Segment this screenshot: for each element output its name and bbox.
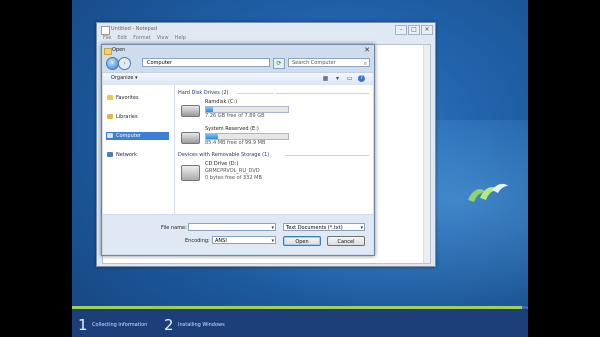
- menu-format[interactable]: Format: [133, 35, 151, 41]
- encoding-label: Encoding:: [185, 238, 210, 244]
- window-controls: – □ ✕: [395, 25, 433, 35]
- preview-pane-icon[interactable]: ▭: [346, 75, 353, 82]
- dialog-close-button[interactable]: ✕: [363, 47, 371, 54]
- menu-bar: File Edit Format View Help: [103, 35, 186, 41]
- open-dialog[interactable]: Open ✕ ‹ › Computer ⟳ Search Computer ⌕ …: [101, 44, 375, 256]
- notepad-icon: [101, 26, 110, 35]
- nav-item-favorites[interactable]: Favorites: [107, 94, 139, 102]
- drive-name: Ramdisk (C:): [205, 99, 238, 105]
- setup-progress-bar: 1 Collecting information 2 Installing Wi…: [72, 306, 528, 337]
- menu-view[interactable]: View: [157, 35, 169, 41]
- menu-edit[interactable]: Edit: [117, 35, 127, 41]
- hard-drive-icon: [181, 105, 200, 117]
- computer-breadcrumb[interactable]: Computer: [147, 60, 172, 66]
- step-label: Collecting information: [92, 322, 148, 328]
- toolbar-icons: ▦ ▾ ▭ ?: [322, 75, 365, 82]
- chevron-down-icon[interactable]: ▾: [271, 237, 274, 245]
- file-type-select[interactable]: Text Documents (*.txt) ▾: [283, 223, 365, 231]
- drive-label: GRMCPRVOL_RU_DVD: [205, 168, 260, 174]
- nav-label: Computer: [116, 133, 141, 139]
- file-name-label: File name:: [161, 225, 187, 231]
- search-placeholder: Search Computer: [292, 60, 336, 66]
- computer-icon: [107, 133, 113, 138]
- menu-help[interactable]: Help: [175, 35, 186, 41]
- group-header-hdd[interactable]: Hard Disk Drives (2): [178, 90, 229, 96]
- encoding-value: ANSI: [215, 238, 227, 244]
- file-type-value: Text Documents (*.txt): [286, 225, 343, 231]
- network-icon: [107, 152, 113, 157]
- open-button[interactable]: Open: [283, 236, 321, 246]
- search-input[interactable]: Search Computer ⌕: [288, 58, 370, 67]
- nav-label: Favorites: [116, 95, 139, 101]
- drive-free-space: 0 bytes free of 332 MB: [205, 175, 262, 181]
- forward-arrow-icon[interactable]: ›: [118, 57, 131, 70]
- drive-usage-bar: [205, 106, 289, 113]
- star-icon: [107, 95, 113, 100]
- search-icon: ⌕: [363, 60, 367, 67]
- group-header-removable[interactable]: Devices with Removable Storage (1): [178, 152, 269, 158]
- command-toolbar: Organize ▾ ▦ ▾ ▭ ?: [103, 72, 373, 86]
- drive-item[interactable]: Ramdisk (C:) 7.26 GB free of 7.89 GB: [181, 99, 371, 125]
- drive-free-space: 7.26 GB free of 7.89 GB: [205, 113, 265, 119]
- help-icon[interactable]: ?: [358, 75, 365, 82]
- notepad-title: Untitled - Notepad: [111, 26, 158, 32]
- drive-free-space: 85.4 MB free of 99.9 MB: [205, 140, 266, 146]
- dialog-title: Open: [112, 47, 126, 53]
- step-number: 2: [164, 316, 174, 334]
- view-options-icon[interactable]: ▦: [322, 75, 329, 82]
- dialog-footer: File name: ▾ Text Documents (*.txt) ▾ En…: [103, 215, 373, 254]
- minimize-button[interactable]: –: [395, 25, 407, 35]
- address-field[interactable]: Computer: [142, 58, 270, 67]
- encoding-select[interactable]: ANSI ▾: [212, 236, 276, 244]
- file-list-pane: Hard Disk Drives (2) Ramdisk (C:) 7.26 G…: [175, 85, 373, 214]
- group-divider: [285, 155, 369, 156]
- nav-item-network[interactable]: Network: [107, 151, 137, 159]
- vertical-scrollbar[interactable]: [423, 45, 430, 263]
- chevron-down-icon[interactable]: ▾: [360, 224, 363, 232]
- menu-file[interactable]: File: [103, 35, 111, 41]
- step-label: Installing Windows: [178, 322, 225, 328]
- drive-item[interactable]: System Reserved (E:) 85.4 MB free of 99.…: [181, 126, 371, 152]
- cd-drive-item[interactable]: CD Drive (D:) GRMCPRVOL_RU_DVD 0 bytes f…: [181, 161, 371, 191]
- maximize-button[interactable]: □: [408, 25, 420, 35]
- file-name-input[interactable]: ▾: [188, 223, 276, 231]
- step-number: 1: [78, 316, 88, 334]
- drive-usage-bar: [205, 133, 289, 140]
- address-bar-row: ‹ › Computer ⟳ Search Computer ⌕: [106, 56, 370, 70]
- cancel-button[interactable]: Cancel: [327, 236, 365, 246]
- setup-progress-track: [72, 306, 528, 309]
- group-divider: [237, 93, 369, 94]
- hard-drive-icon: [181, 132, 200, 144]
- library-icon: [107, 114, 113, 119]
- setup-progress-fill: [72, 306, 522, 309]
- drive-usage-fill: [206, 134, 218, 139]
- navigation-pane: Favorites Libraries Computer Network: [103, 85, 175, 214]
- nav-label: Libraries: [116, 114, 138, 120]
- close-button[interactable]: ✕: [421, 25, 433, 35]
- nav-item-libraries[interactable]: Libraries: [107, 113, 138, 121]
- organize-button[interactable]: Organize ▾: [111, 75, 138, 81]
- nav-label: Network: [116, 152, 137, 158]
- chevron-down-icon[interactable]: ▾: [334, 75, 341, 82]
- drive-name: CD Drive (D:): [205, 161, 239, 167]
- windows-bird-logo-icon: [468, 183, 508, 202]
- refresh-icon[interactable]: ⟳: [273, 58, 285, 69]
- nav-item-computer[interactable]: Computer: [106, 132, 169, 140]
- chevron-down-icon[interactable]: ▾: [271, 224, 274, 232]
- drive-usage-fill: [206, 107, 213, 112]
- drive-name: System Reserved (E:): [205, 126, 259, 132]
- folder-icon: [104, 48, 112, 55]
- cd-drive-icon: [181, 165, 200, 181]
